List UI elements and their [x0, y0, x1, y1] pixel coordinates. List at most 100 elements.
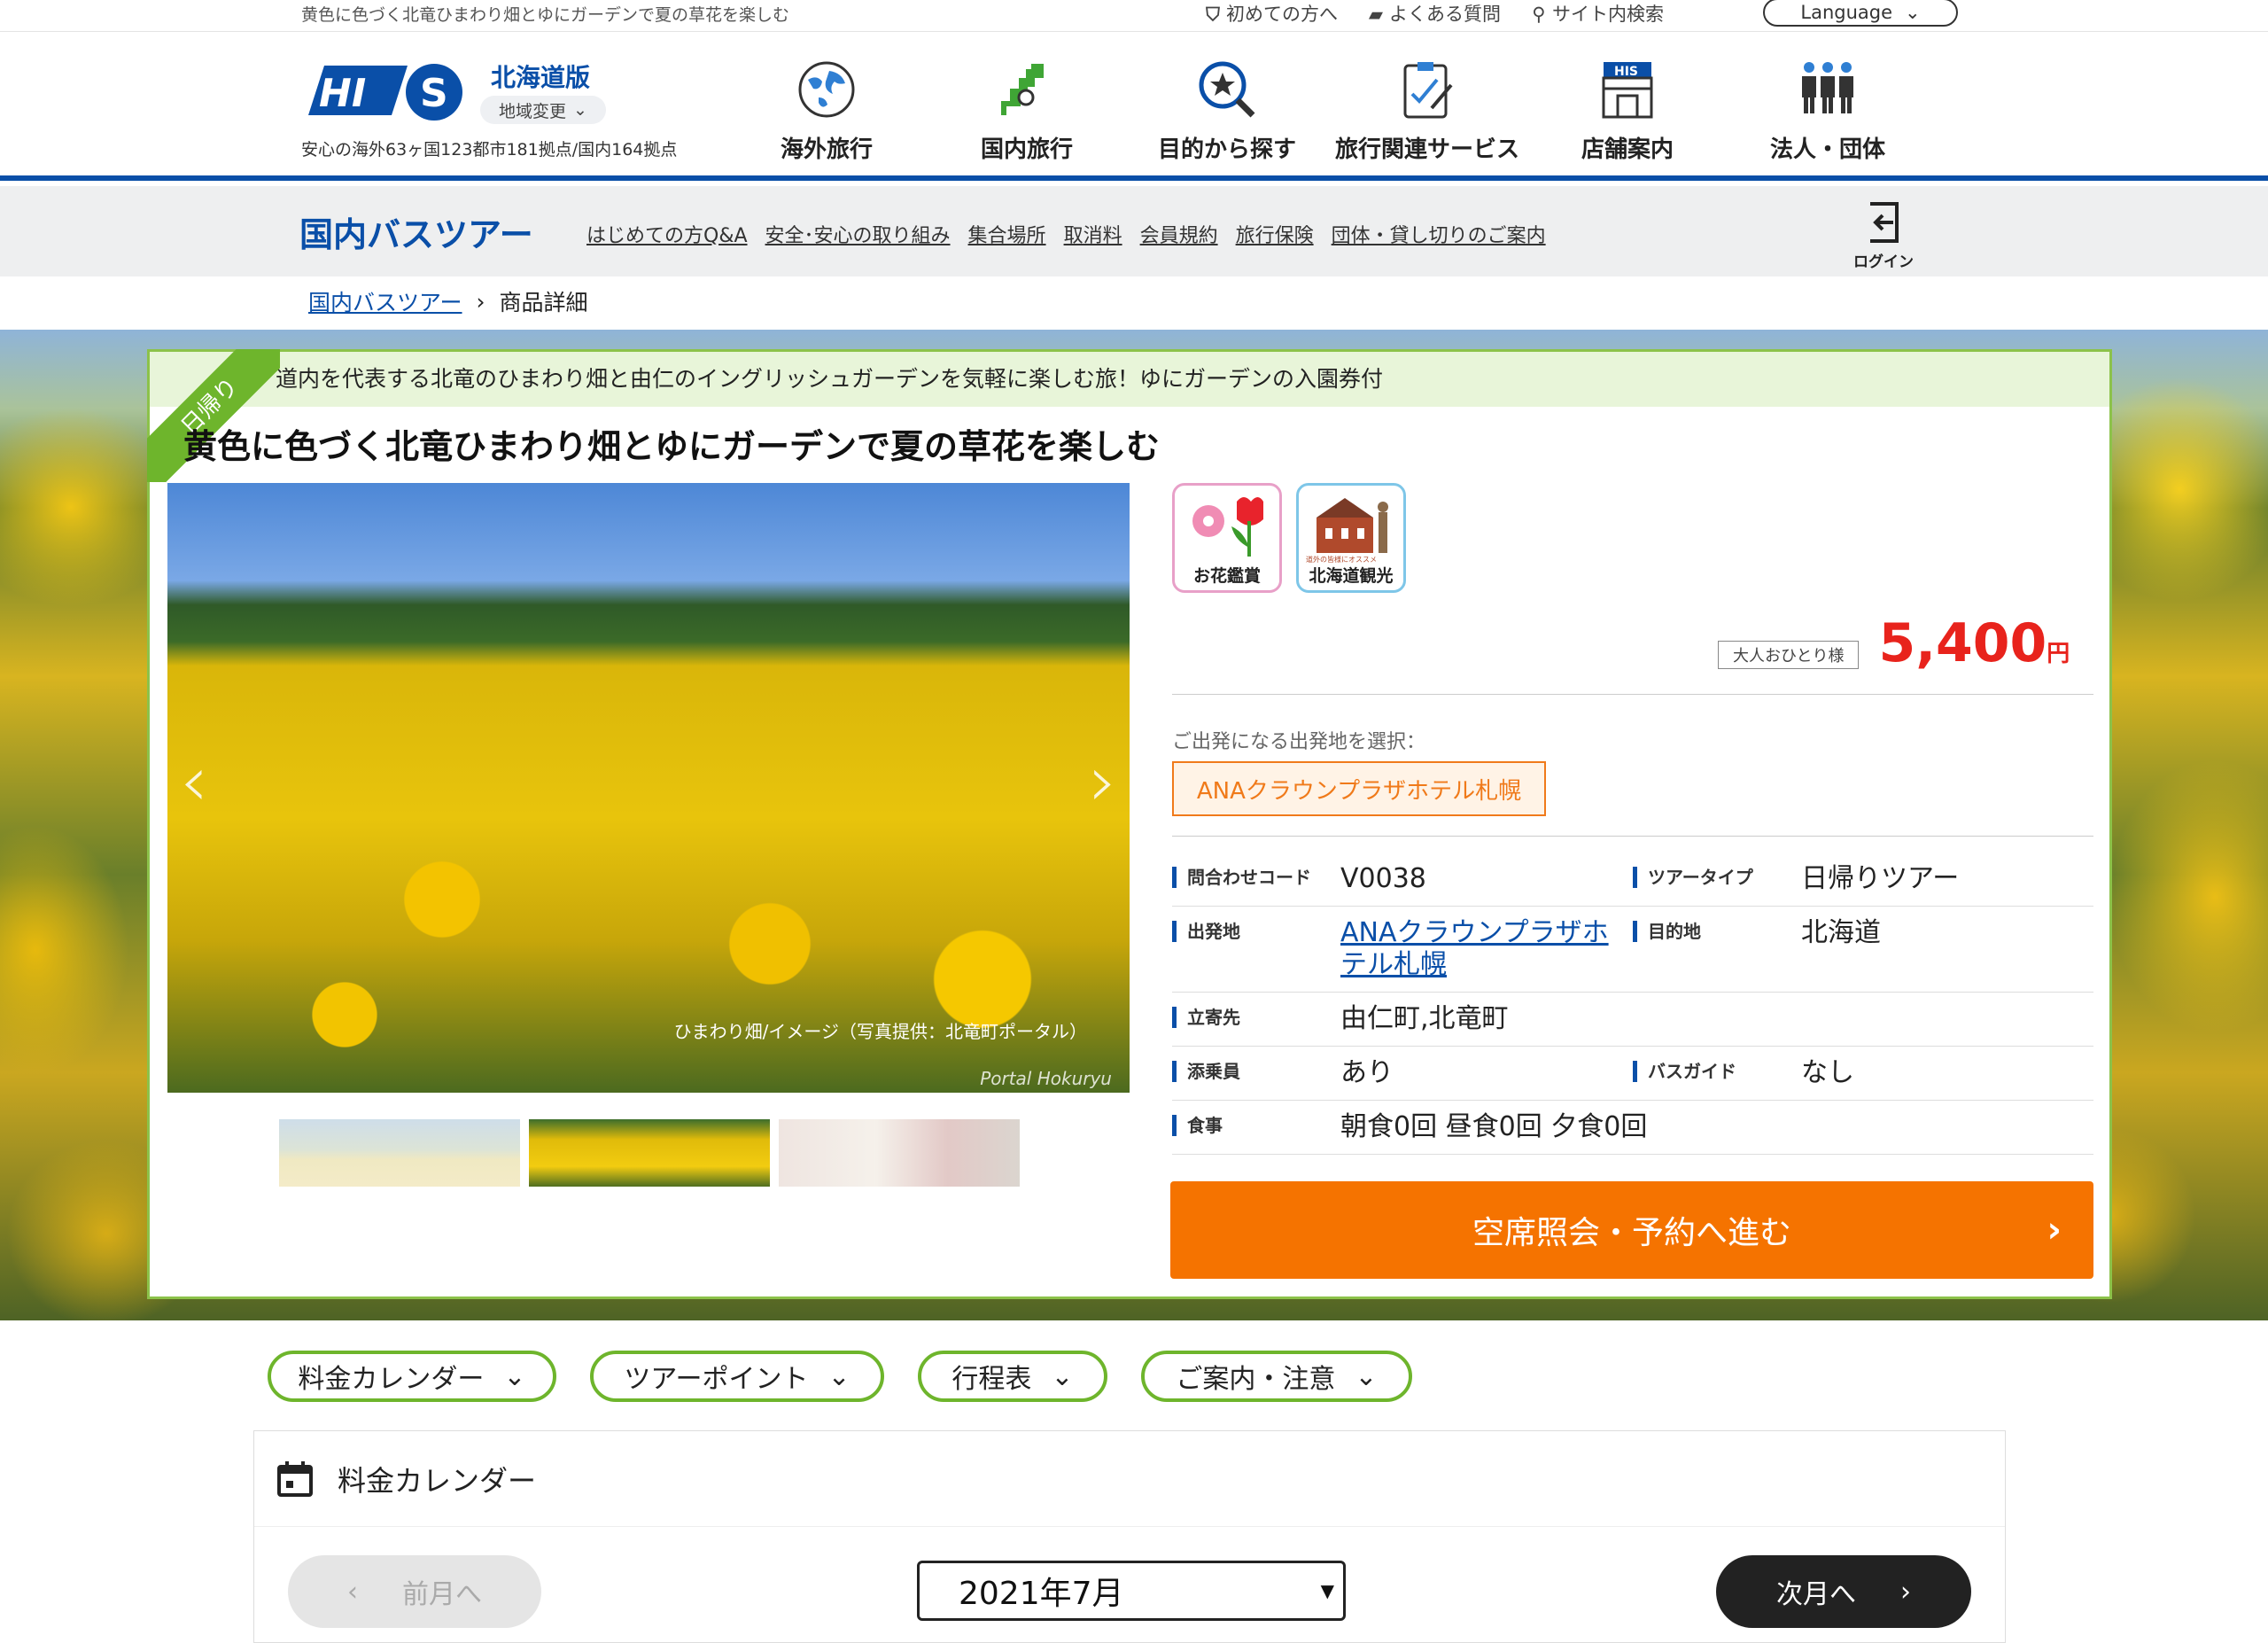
divider: [1172, 836, 2093, 837]
flower-viewing-badge: お花鑑賞: [1172, 483, 1282, 593]
prev-month-button[interactable]: ‹ 前月へ: [288, 1555, 541, 1628]
first-time-link[interactable]: ⛉ 初めての方へ: [1205, 0, 1338, 27]
info-row: 食事 朝食0回 昼食0回 夕食0回: [1172, 1101, 2093, 1155]
subnav-link-terms[interactable]: 会員規約: [1140, 220, 1218, 248]
nav-services[interactable]: 旅行関連サービス: [1327, 51, 1527, 164]
subnav-link-cancel-fee[interactable]: 取消料: [1064, 220, 1122, 248]
chevron-left-icon: ‹: [347, 1576, 358, 1608]
thumbnail-2[interactable]: [529, 1119, 770, 1187]
info-row: 問合わせコード V0038 ツアータイプ 日帰りツアー: [1172, 853, 2093, 907]
nav-domestic[interactable]: 国内旅行: [927, 51, 1127, 164]
info-label: 食事: [1172, 1115, 1340, 1136]
info-row: 添乗員 あり バスガイド なし: [1172, 1047, 2093, 1101]
thumbnail-1[interactable]: [279, 1119, 520, 1187]
departure-label: ご出発になる出発地を選択：: [1172, 731, 1426, 753]
chat-icon: ▰: [1368, 4, 1384, 25]
people-group-icon: [1728, 51, 1928, 128]
bus-guide: なし: [1801, 1057, 1854, 1088]
utility-bar: 黄色に色づく北竜ひまわり畑とゆにガーデンで夏の草花を楽しむ ⛉ 初めての方へ ▰ よ…: [0, 0, 2268, 32]
info-row: 出発地 ANAクラウンプラザホテル札幌 目的地 北海道: [1172, 907, 2093, 993]
price-per-label: 大人おひとり様: [1718, 641, 1860, 669]
departure-link[interactable]: ANAクラウンプラザホテル札幌: [1340, 917, 1624, 981]
subnav-link-meeting[interactable]: 集合場所: [968, 220, 1046, 248]
region-change-button[interactable]: 地域変更 ⌄: [480, 96, 606, 124]
nav-purpose[interactable]: 目的から探す: [1127, 51, 1327, 164]
tour-info-table: 問合わせコード V0038 ツアータイプ 日帰りツアー 出発地 ANAクラウンプラザホ…: [1172, 853, 2093, 1155]
info-label: バスガイド: [1633, 1061, 1801, 1082]
chevron-down-icon: ⌄: [827, 1360, 850, 1392]
chevron-right-icon: ›: [1900, 1576, 1911, 1608]
tab-notes[interactable]: ご案内・注意 ⌄: [1141, 1351, 1412, 1402]
breadcrumb: 国内バスツアー › 商品詳細: [308, 285, 588, 317]
chevron-down-icon: ⌄: [503, 1360, 526, 1392]
meals: 朝食0回 昼食0回 夕食0回: [1340, 1111, 1648, 1142]
tab-itinerary[interactable]: 行程表 ⌄: [918, 1351, 1107, 1402]
subnav-link-safety[interactable]: 安全･安心の取り組み: [765, 220, 951, 248]
thumbnail-3[interactable]: [779, 1119, 1020, 1187]
tulip-icon: [1192, 497, 1263, 557]
tour-banner: 道内を代表する北竜のひまわり畑と由仁のイングリッシュガーデンを気軽に楽しむ旅！ゆ…: [150, 352, 2109, 407]
japan-map-icon: [927, 51, 1127, 128]
tab-tour-points[interactable]: ツアーポイント ⌄: [590, 1351, 884, 1402]
subnav-link-qa[interactable]: はじめての方Q&A: [586, 220, 748, 248]
tour-main-photo: ‹ › ひまわり畑/イメージ（写真提供：北竜町ポータル） Portal Hoku…: [167, 483, 1130, 1093]
nav-corporate[interactable]: 法人・団体: [1728, 51, 1928, 164]
subnav-link-insurance[interactable]: 旅行保険: [1236, 220, 1314, 248]
calendar-icon: [277, 1460, 313, 1497]
chevron-down-icon: ⌄: [573, 100, 587, 120]
calendar-header: 料金カレンダー: [254, 1431, 2005, 1527]
subnav-link-group[interactable]: 団体・貸し切りのご案内: [1332, 220, 1546, 248]
chevron-down-icon: ⌄: [1051, 1360, 1074, 1392]
info-label: 出発地: [1172, 921, 1340, 942]
login-icon: [1870, 202, 1899, 243]
info-label: 添乗員: [1172, 1061, 1340, 1082]
tour-type: 日帰りツアー: [1801, 863, 1960, 894]
shield-icon: ⛉: [1206, 4, 1220, 25]
divider: [1172, 694, 2093, 695]
faq-link[interactable]: ▰ よくある質問: [1368, 0, 1501, 27]
photo-thumbnails: [279, 1119, 1020, 1187]
info-label: 目的地: [1633, 921, 1801, 942]
hero-background: 道内を代表する北竜のひまわり畑と由仁のイングリッシュガーデンを気軽に楽しむ旅！ゆ…: [0, 330, 2268, 1320]
star-search-icon: [1127, 51, 1327, 128]
login-button[interactable]: ログイン: [1846, 200, 1921, 271]
clipboard-icon: [1327, 51, 1527, 128]
section-tabs: 料金カレンダー ⌄ ツアーポイント ⌄ 行程表 ⌄ ご案内・注意 ⌄: [268, 1351, 1412, 1402]
breadcrumb-home[interactable]: 国内バスツアー: [308, 285, 462, 317]
carousel-next-icon[interactable]: ›: [1089, 740, 1117, 822]
region-name: 北海道版: [491, 63, 591, 92]
tab-price-calendar[interactable]: 料金カレンダー ⌄: [268, 1351, 556, 1402]
price-box: 大人おひとり様 5,400円: [1718, 612, 2070, 674]
tour-subnav: 国内バスツアー はじめての方Q&A 安全･安心の取り組み 集合場所 取消料 会員…: [0, 186, 2268, 276]
section-title[interactable]: 国内バスツアー: [299, 207, 533, 256]
departure-option-button[interactable]: ANAクラウンプラザホテル札幌: [1172, 761, 1546, 816]
tour-code: V0038: [1340, 863, 1426, 894]
his-logo[interactable]: HI S: [299, 60, 468, 122]
nav-overseas[interactable]: 海外旅行: [726, 51, 927, 164]
next-month-button[interactable]: 次月へ ›: [1716, 1555, 1971, 1628]
globe-icon: [726, 51, 927, 128]
info-label: 問合わせコード: [1172, 867, 1340, 888]
chevron-down-icon: ▼: [1320, 1580, 1334, 1601]
month-select[interactable]: 2021年7月 ▼: [917, 1561, 1346, 1621]
svg-text:HI: HI: [319, 71, 366, 116]
store-icon: HIS: [1527, 51, 1728, 128]
destination: 北海道: [1801, 917, 1881, 948]
site-search-link[interactable]: ⚲ サイト内検索: [1531, 0, 1664, 27]
nav-stores[interactable]: HIS 店舗案内: [1527, 51, 1728, 164]
price-calendar: 料金カレンダー ‹ 前月へ 2021年7月 ▼ 次月へ ›: [253, 1430, 2006, 1643]
tagline: 安心の海外63ヶ国123都市181拠点/国内164拠点: [301, 140, 678, 160]
chevron-right-icon: ›: [476, 288, 485, 315]
chevron-down-icon: ⌄: [1905, 2, 1921, 23]
tour-conductor: あり: [1340, 1057, 1394, 1088]
search-icon: ⚲: [1532, 4, 1546, 25]
site-header: HI S 北海道版 地域変更 ⌄ 安心の海外63ヶ国123都市181拠点/国内16…: [0, 32, 2268, 181]
photo-caption: ひまわり畑/イメージ（写真提供：北竜町ポータル）: [673, 1021, 1087, 1042]
hokkaido-sightseeing-badge: 道外の皆様にオススメ 北海道観光: [1296, 483, 1406, 593]
reserve-button[interactable]: 空席照会・予約へ進む ›: [1170, 1181, 2093, 1279]
language-select[interactable]: Language ⌄: [1763, 0, 1958, 27]
info-row: 立寄先 由仁町,北竜町: [1172, 993, 2093, 1047]
carousel-prev-icon[interactable]: ‹: [180, 740, 208, 822]
price-value: 5,400円: [1878, 612, 2070, 674]
svg-text:S: S: [420, 71, 448, 116]
